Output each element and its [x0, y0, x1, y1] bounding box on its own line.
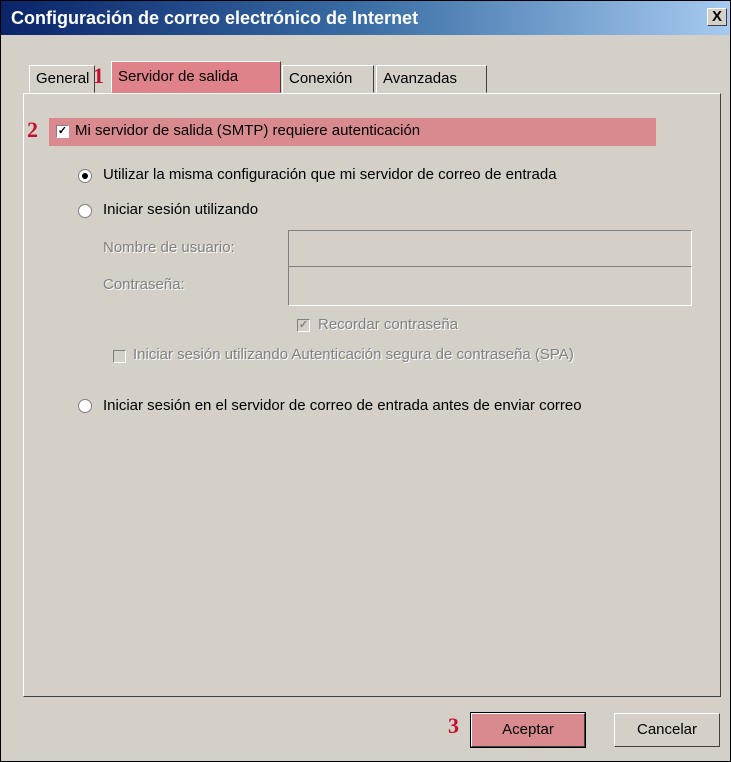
cancel-button[interactable]: Cancelar [614, 713, 720, 747]
smtp-auth-checkbox[interactable]: ✓ [56, 125, 69, 138]
tab-servidor-de-salida-label: Servidor de salida [118, 68, 239, 85]
spa-label: Iniciar sesión utilizando Autenticación … [133, 346, 574, 363]
accept-button[interactable]: Aceptar [470, 712, 586, 748]
password-label: Contraseña: [103, 276, 185, 293]
tab-panel [23, 93, 721, 697]
close-icon: X [711, 8, 722, 25]
smtp-auth-label[interactable]: Mi servidor de salida (SMTP) requiere au… [75, 122, 420, 139]
window-title: Configuración de correo electrónico de I… [11, 8, 419, 28]
login-using-label[interactable]: Iniciar sesión utilizando [103, 201, 258, 218]
tab-conexion[interactable]: Conexión [282, 65, 374, 93]
title-bar[interactable]: Configuración de correo electrónico de I… [1, 1, 730, 35]
login-using-radio[interactable] [78, 204, 92, 218]
remember-password-checkbox[interactable]: ✓ [297, 319, 310, 332]
step-number-3: 3 [448, 713, 459, 738]
dialog-window: Configuración de correo electrónico de I… [0, 0, 731, 762]
login-before-send-radio[interactable] [78, 399, 92, 413]
tab-avanzadas[interactable]: Avanzadas [376, 65, 487, 93]
tab-general-label: General [36, 70, 90, 87]
cancel-button-label: Cancelar [636, 721, 698, 738]
username-label: Nombre de usuario: [103, 239, 235, 256]
tab-general[interactable]: General [29, 65, 95, 93]
login-before-send-label[interactable]: Iniciar sesión en el servidor de correo … [103, 397, 582, 414]
tab-conexion-label: Conexión [289, 70, 353, 87]
remember-password-label: Recordar contraseña [318, 316, 459, 333]
same-config-radio[interactable] [78, 169, 92, 183]
username-field[interactable] [288, 230, 692, 270]
tab-avanzadas-label: Avanzadas [383, 70, 457, 87]
close-button[interactable]: X [707, 8, 727, 26]
same-config-label[interactable]: Utilizar la misma configuración que mi s… [103, 166, 557, 183]
step-number-2: 2 [27, 117, 38, 142]
tab-servidor-de-salida[interactable]: Servidor de salida [111, 61, 281, 93]
step-number-1: 1 [93, 63, 104, 88]
password-field[interactable] [288, 266, 692, 306]
spa-checkbox[interactable] [113, 350, 126, 363]
accept-button-label: Aceptar [502, 721, 554, 738]
